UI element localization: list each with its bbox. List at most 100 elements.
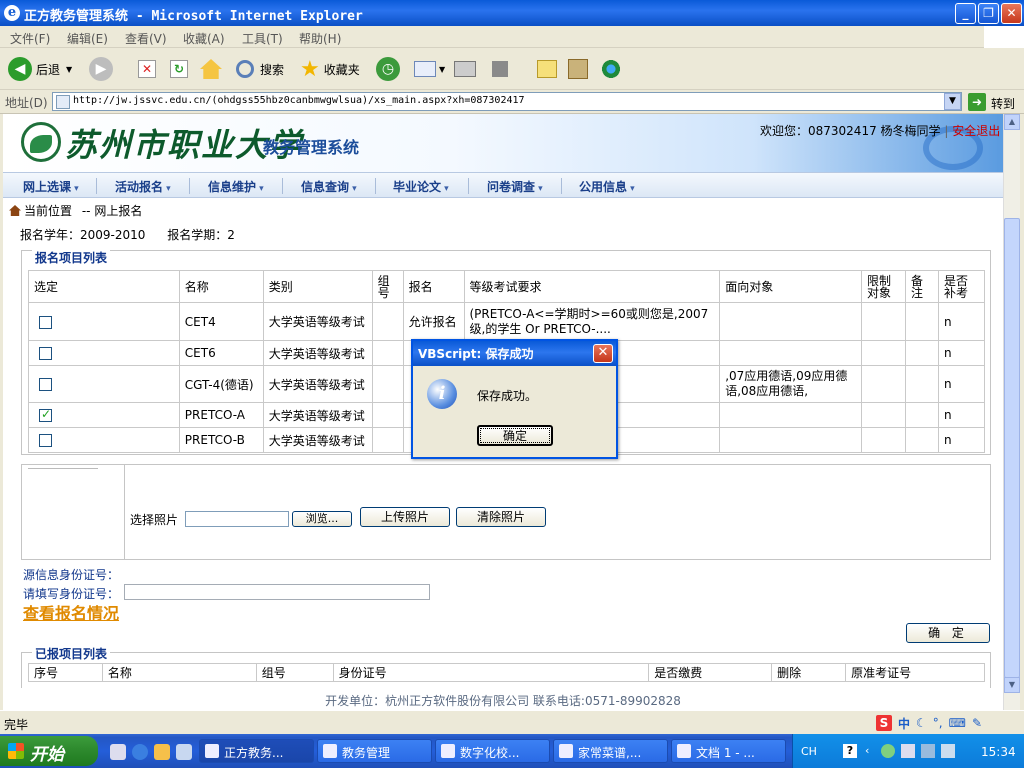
upload-photo-button[interactable]: 上传照片 [360, 507, 450, 527]
select-checkbox[interactable] [39, 407, 52, 422]
nav-thesis[interactable]: 毕业论文 [393, 178, 449, 195]
start-button[interactable]: 开始 [0, 736, 98, 766]
logout-link[interactable]: 安全退出 [952, 124, 1000, 138]
taskbar-item[interactable]: 正方教务... [199, 739, 314, 763]
keyboard-icon[interactable]: ⌨ [949, 716, 966, 730]
history-button[interactable]: ◷ [376, 56, 400, 82]
favorites-button[interactable]: ★ 收藏夹 [300, 56, 360, 82]
select-checkbox[interactable] [39, 347, 52, 360]
desktop-quicklaunch-icon[interactable] [176, 744, 192, 760]
select-cell [28, 365, 180, 403]
item-limit [861, 365, 906, 403]
menu-bar: 文件(F) 编辑(E) 查看(V) 收藏(A) 工具(T) 帮助(H) [0, 26, 1024, 48]
col-header: 原准考证号 [845, 663, 985, 682]
minimize-button[interactable]: _ [955, 3, 976, 24]
scroll-down-icon[interactable]: ▼ [1004, 677, 1020, 693]
help-icon[interactable]: ? [843, 744, 857, 758]
confirm-button[interactable]: 确 定 [906, 623, 990, 643]
dialog-close-button[interactable]: ✕ [593, 344, 613, 363]
home-button[interactable] [200, 56, 222, 82]
sogou-icon[interactable]: S [876, 715, 892, 731]
ime-toolbar[interactable]: S 中 ☾ °, ⌨ ✎ [876, 714, 982, 732]
menu-edit[interactable]: 编辑(E) [67, 30, 108, 47]
research-icon [568, 59, 588, 79]
item-group [371, 402, 404, 428]
nav-info-query[interactable]: 信息查询 [301, 178, 357, 195]
refresh-button[interactable]: ↻ [170, 56, 188, 82]
tray-network-icon[interactable] [881, 744, 895, 758]
browse-button[interactable]: 浏览... [292, 511, 352, 527]
mail-button[interactable]: ▼ [414, 56, 445, 82]
search-button[interactable]: 搜索 [236, 56, 284, 82]
quicklaunch-icon[interactable] [110, 744, 126, 760]
tray-app-icon[interactable] [901, 744, 915, 758]
photo-file-input[interactable] [185, 511, 289, 527]
nav-separator [189, 178, 190, 194]
messenger-icon [600, 59, 622, 79]
page-icon [56, 95, 70, 109]
close-button[interactable]: ✕ [1001, 3, 1022, 24]
menu-tools[interactable]: 工具(T) [242, 30, 283, 47]
go-arrow-icon[interactable]: ➜ [968, 93, 986, 111]
col-header: 组号 [255, 663, 334, 682]
item-type: 大学英语等级考试 [262, 402, 373, 428]
maximize-button[interactable]: ❐ [978, 3, 999, 24]
select-checkbox[interactable] [39, 315, 52, 329]
discuss-button[interactable] [537, 56, 557, 82]
research-button[interactable] [568, 56, 588, 82]
page-footer: 开发单位：杭州正方软件股份有限公司 联系电话:0571-89902828 [3, 688, 1003, 710]
registered-list-legend: 已报项目列表 [32, 645, 111, 662]
scroll-up-icon[interactable]: ▲ [1004, 114, 1020, 130]
taskbar-item[interactable]: 文档 1 - ... [671, 739, 786, 763]
back-button[interactable]: ◀ 后退 ▼ [8, 56, 72, 82]
menu-view[interactable]: 查看(V) [125, 30, 167, 47]
edit-button[interactable] [492, 56, 508, 82]
col-header: 序号 [28, 663, 103, 682]
nav-info-maintain[interactable]: 信息维护 [208, 178, 264, 195]
forward-button[interactable]: ▶ [89, 56, 113, 82]
menu-file[interactable]: 文件(F) [10, 30, 50, 47]
print-button[interactable] [454, 56, 476, 82]
taskbar-item[interactable]: 家常菜谱,... [553, 739, 668, 763]
photo-label: 选择照片 [130, 513, 179, 527]
tray-volume-icon[interactable] [941, 744, 955, 758]
menu-help[interactable]: 帮助(H) [299, 30, 341, 47]
printer-icon [454, 61, 476, 77]
ime-mode[interactable]: 中 [898, 715, 910, 732]
ie-quicklaunch-icon[interactable] [132, 744, 148, 760]
language-indicator[interactable]: CH [801, 745, 817, 758]
address-input[interactable]: http://jw.jssvc.edu.cn/(ohdgss55hbz0canb… [52, 92, 962, 111]
nav-activity-signup[interactable]: 活动报名 [115, 178, 171, 195]
col-header: 名称 [101, 663, 257, 682]
dialog-title[interactable]: VBScript: 保存成功 [413, 341, 616, 366]
clear-photo-button[interactable]: 清除照片 [456, 507, 546, 527]
settings-icon[interactable]: ✎ [972, 716, 982, 730]
nav-online-course[interactable]: 网上选课 [23, 178, 79, 195]
search-icon [236, 60, 254, 78]
dialog-ok-button[interactable]: 确定 [477, 425, 553, 446]
go-button[interactable]: 转到 [991, 95, 1015, 112]
stop-button[interactable]: ✕ [138, 56, 156, 82]
id-number-input[interactable] [124, 584, 430, 600]
punctuation-icon[interactable]: °, [933, 716, 943, 730]
taskbar-item[interactable]: 数字化校... [435, 739, 550, 763]
select-checkbox[interactable] [39, 434, 52, 447]
address-dropdown-button[interactable]: ▼ [944, 93, 961, 110]
site-banner: 苏州市职业大学 教务管理系统 欢迎您：087302417 杨冬梅同学 | 安全退… [3, 114, 1003, 172]
select-checkbox[interactable] [39, 378, 52, 391]
nav-public-info[interactable]: 公用信息 [579, 178, 635, 195]
table-header-row: 选定 名称 类别 组号 报名 等级考试要求 面向对象 限制对象 备注 是否补考 [28, 270, 986, 303]
tray-app-icon[interactable] [921, 744, 935, 758]
messenger-button[interactable] [600, 56, 622, 82]
window-titlebar[interactable]: e 正方教务管理系统 - Microsoft Internet Explorer… [0, 0, 1024, 26]
menu-favorites[interactable]: 收藏(A) [183, 30, 225, 47]
view-signup-link[interactable]: 查看报名情况 [23, 600, 119, 624]
taskbar-item[interactable]: 教务管理 [317, 739, 432, 763]
page-scrollbar[interactable]: ▲ ▼ [1003, 114, 1020, 710]
tray-chevron-icon[interactable]: ‹ [865, 744, 869, 757]
moon-icon[interactable]: ☾ [916, 716, 927, 730]
qq-quicklaunch-icon[interactable] [154, 744, 170, 760]
home-icon [200, 59, 222, 79]
nav-survey[interactable]: 问卷调查 [487, 178, 543, 195]
scroll-thumb[interactable] [1004, 218, 1020, 678]
